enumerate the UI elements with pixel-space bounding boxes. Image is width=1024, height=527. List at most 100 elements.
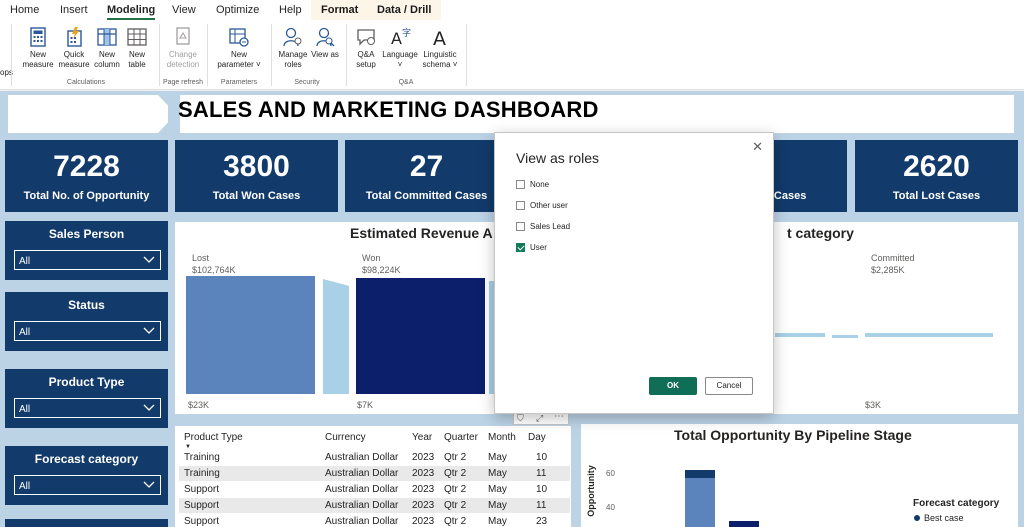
slicer-dropdown[interactable]: All bbox=[14, 250, 161, 270]
role-option-other-user[interactable]: Other user bbox=[516, 201, 568, 210]
legend-item[interactable]: Best case bbox=[914, 513, 964, 523]
y-tick-label: 40 bbox=[606, 503, 615, 512]
legend-item-label: Best case bbox=[924, 513, 964, 523]
new-parameter-button[interactable]: New parameter ˅ bbox=[213, 26, 265, 70]
slicer-dropdown[interactable]: All bbox=[14, 398, 161, 418]
table-icon bbox=[127, 28, 147, 46]
group-calculations: Calculations bbox=[66, 79, 106, 86]
manage-roles-icon bbox=[283, 27, 302, 47]
table-header: Product Type Currency Year Quarter Month… bbox=[179, 430, 570, 450]
ribbon-separator bbox=[271, 24, 272, 86]
pipeline-bar-segment[interactable] bbox=[685, 470, 715, 478]
tab-data-drill[interactable]: Data / Drill bbox=[377, 4, 431, 16]
new-column-button[interactable]: New column bbox=[93, 26, 121, 70]
tab-format[interactable]: Format bbox=[321, 4, 358, 16]
parameter-icon bbox=[229, 28, 249, 47]
table-cell: Qtr 2 bbox=[444, 452, 467, 463]
cancel-button[interactable]: Cancel bbox=[705, 377, 753, 395]
bar-value-label: $102,764K bbox=[192, 265, 236, 275]
pipeline-bar[interactable] bbox=[685, 478, 715, 527]
kpi-card-committed[interactable]: 27 Total Committed Cases bbox=[345, 140, 508, 212]
slicer-value: All bbox=[19, 481, 31, 492]
checkbox[interactable] bbox=[516, 180, 525, 189]
tab-modeling[interactable]: Modeling bbox=[107, 4, 156, 20]
column-header[interactable]: Product Type bbox=[184, 432, 243, 443]
table-cell: 23 bbox=[536, 516, 548, 527]
lost-bar[interactable] bbox=[186, 276, 315, 394]
kpi-value: 7228 bbox=[53, 150, 120, 183]
table-cell: 2023 bbox=[412, 516, 435, 527]
change-detection-button[interactable]: Change detection bbox=[163, 26, 203, 70]
new-measure-button[interactable]: New measure bbox=[20, 26, 56, 70]
table-cell: Support bbox=[184, 516, 220, 527]
page-title: SALES AND MARKETING DASHBOARD bbox=[178, 97, 599, 122]
filter-icon[interactable]: ⛉ bbox=[517, 413, 524, 424]
chart-title-right: t category bbox=[787, 225, 854, 241]
table-cell: Qtr 2 bbox=[444, 484, 467, 495]
table-row[interactable]: Support Australian Dollar 2023 Qtr 2 May… bbox=[179, 498, 570, 513]
column-header[interactable]: Year bbox=[412, 432, 432, 443]
language-label: Language bbox=[382, 50, 418, 59]
won-bar[interactable] bbox=[356, 278, 485, 394]
column-header[interactable]: Quarter bbox=[444, 432, 478, 443]
table-cell: Training bbox=[184, 468, 220, 479]
tab-home[interactable]: Home bbox=[10, 4, 39, 16]
language-button[interactable]: A字 Language ˅ bbox=[380, 26, 420, 70]
tab-view[interactable]: View bbox=[172, 4, 196, 16]
pipeline-bar[interactable] bbox=[729, 521, 759, 527]
new-table-button[interactable]: New table bbox=[123, 26, 151, 70]
visual-header: ⛉ ⤢ ⋯ bbox=[513, 411, 569, 425]
tab-help[interactable]: Help bbox=[279, 4, 302, 16]
legend-marker bbox=[914, 515, 920, 521]
ribbon-separator bbox=[207, 24, 208, 86]
quick-measure-button[interactable]: Quick measure bbox=[57, 26, 91, 70]
slicer-dropdown[interactable]: All bbox=[14, 475, 161, 495]
role-option-none[interactable]: None bbox=[516, 180, 549, 189]
dialog-title: View as roles bbox=[516, 150, 600, 166]
connector-bar bbox=[832, 335, 858, 338]
kpi-card-lost[interactable]: 2620 Total Lost Cases bbox=[855, 140, 1018, 212]
qa-setup-icon bbox=[357, 29, 375, 46]
new-parameter-label: New parameter bbox=[217, 50, 254, 69]
pipeline-chart-panel[interactable]: Total Opportunity By Pipeline Stage Oppo… bbox=[581, 424, 1018, 527]
table-cell: May bbox=[488, 452, 507, 463]
table-row[interactable]: Training Australian Dollar 2023 Qtr 2 Ma… bbox=[179, 466, 570, 481]
kpi-card-won[interactable]: 3800 Total Won Cases bbox=[175, 140, 338, 212]
slicer-title: Sales Person bbox=[48, 227, 125, 241]
checkbox[interactable] bbox=[516, 201, 525, 210]
column-header[interactable]: Currency bbox=[325, 432, 366, 443]
role-option-sales-lead[interactable]: Sales Lead bbox=[516, 222, 570, 231]
bar-category-label: Lost bbox=[192, 253, 210, 263]
slicer-partial bbox=[5, 519, 168, 527]
group-parameters: Parameters bbox=[220, 79, 258, 86]
column-header[interactable]: Day bbox=[528, 432, 546, 443]
close-icon[interactable]: ✕ bbox=[752, 139, 763, 155]
table-row[interactable]: Support Australian Dollar 2023 Qtr 2 May… bbox=[179, 514, 570, 527]
tab-optimize[interactable]: Optimize bbox=[216, 4, 259, 16]
linguistic-schema-button[interactable]: A Linguistic schema ˅ bbox=[420, 26, 460, 70]
checkbox-checked[interactable] bbox=[516, 243, 525, 252]
language-icon: A字 bbox=[391, 27, 411, 48]
qa-setup-button[interactable]: Q&A setup bbox=[352, 26, 380, 70]
view-as-button[interactable]: View as bbox=[311, 26, 339, 60]
table-cell: Australian Dollar bbox=[325, 484, 399, 495]
change-detection-label: Change detection bbox=[166, 50, 200, 69]
kpi-card-opportunity[interactable]: 7228 Total No. of Opportunity bbox=[5, 140, 168, 212]
ok-button[interactable]: OK bbox=[649, 377, 697, 395]
column-header[interactable]: Month bbox=[488, 432, 516, 443]
table-cell: 11 bbox=[536, 500, 547, 511]
committed-bar[interactable] bbox=[865, 333, 993, 337]
role-option-user[interactable]: User bbox=[516, 243, 547, 252]
table-cell: Qtr 2 bbox=[444, 500, 467, 511]
ribbon-tab-bar: Home Insert Modeling View Optimize Help … bbox=[0, 0, 1024, 20]
table-row[interactable]: Training Australian Dollar 2023 Qtr 2 Ma… bbox=[179, 450, 570, 465]
table-row[interactable]: Support Australian Dollar 2023 Qtr 2 May… bbox=[179, 482, 570, 497]
new-measure-label: New measure bbox=[22, 50, 54, 69]
table-cell: Australian Dollar bbox=[325, 516, 399, 527]
chart-title: Total Opportunity By Pipeline Stage bbox=[674, 427, 912, 443]
focus-mode-icon[interactable]: ⤢ bbox=[536, 413, 543, 424]
manage-roles-button[interactable]: Manage roles bbox=[275, 26, 311, 70]
tab-insert[interactable]: Insert bbox=[60, 4, 88, 16]
checkbox[interactable] bbox=[516, 222, 525, 231]
slicer-dropdown[interactable]: All bbox=[14, 321, 161, 341]
